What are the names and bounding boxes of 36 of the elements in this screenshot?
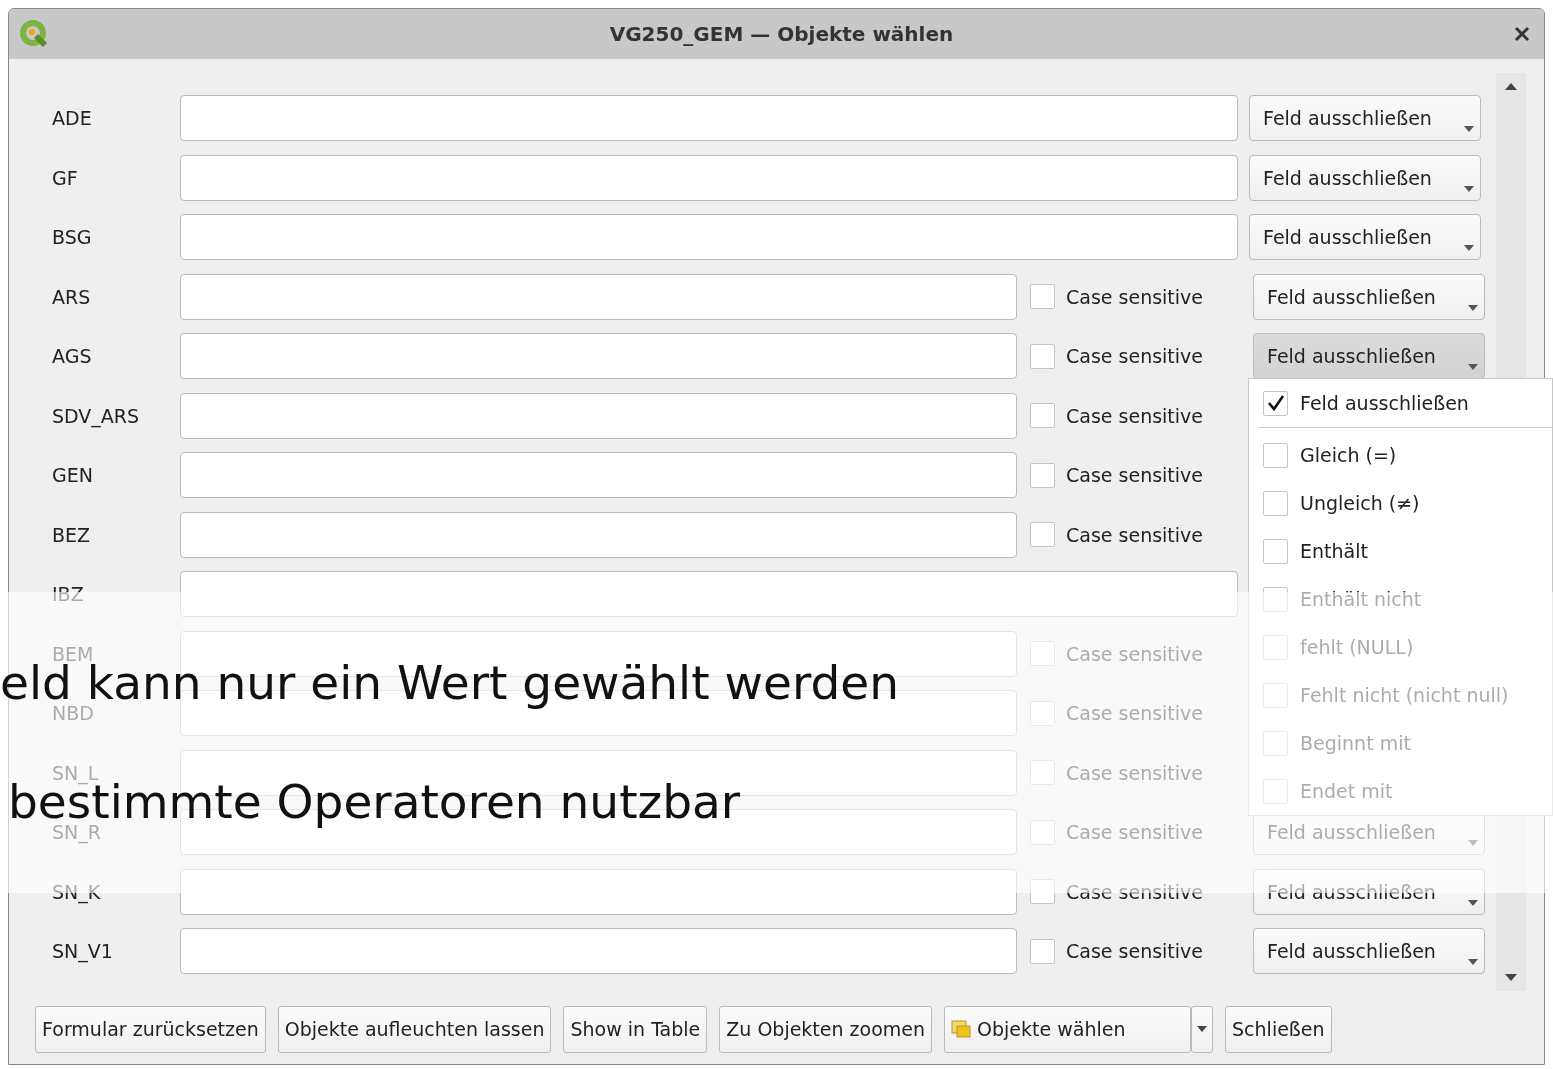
menu-item-label: Beginnt mit — [1300, 732, 1411, 754]
field-label: BSG — [52, 226, 93, 248]
menu-item-label: fehlt (NULL) — [1300, 636, 1414, 658]
menu-item-label: Endet mit — [1300, 780, 1393, 802]
checkbox-label: Case sensitive — [1066, 345, 1203, 367]
field-label: AGS — [52, 345, 93, 367]
menu-item-label: Feld ausschließen — [1300, 392, 1469, 414]
checkbox-label: Case sensitive — [1066, 285, 1203, 308]
checkbox-label: Case sensitive — [1066, 642, 1203, 665]
checkbox-label: Case sensitive — [1066, 880, 1203, 903]
checkbox-label: Case sensitive — [1066, 940, 1203, 962]
field-label: IBZ — [52, 583, 85, 605]
checkbox-label: Case sensitive — [1066, 404, 1203, 427]
checkbox-label: Case sensitive — [1066, 523, 1203, 546]
field-label: BEZ — [52, 523, 92, 546]
field-label: BEM — [52, 642, 94, 665]
field-label: GEN — [52, 464, 94, 486]
field-label: SN_V1 — [52, 940, 114, 962]
field-label: SN_L — [52, 761, 99, 784]
field-label: NBD — [52, 702, 95, 724]
window-title: VG250_GEM — Objekte wählen — [608, 22, 955, 46]
menu-item-label: Enthält — [1300, 540, 1368, 562]
field-label: SN_K — [52, 880, 102, 903]
checkbox-label: Case sensitive — [1066, 821, 1203, 843]
menu-item-label: Fehlt nicht (nicht null) — [1300, 684, 1509, 706]
field-label: GF — [52, 166, 79, 189]
field-label: ARS — [52, 285, 92, 308]
field-label: SDV_ARS — [52, 404, 141, 427]
menu-item-label: Gleich (=) — [1300, 444, 1397, 466]
checkbox-label: Case sensitive — [1066, 464, 1203, 486]
checkbox-label: Case sensitive — [1066, 761, 1203, 784]
checkbox-label: Case sensitive — [1066, 702, 1203, 724]
field-label: ADE — [52, 107, 93, 129]
menu-item-label: Enthält nicht — [1300, 588, 1422, 610]
menu-item-label: Ungleich (≠) — [1300, 492, 1420, 514]
field-label: SN_R — [52, 821, 102, 843]
